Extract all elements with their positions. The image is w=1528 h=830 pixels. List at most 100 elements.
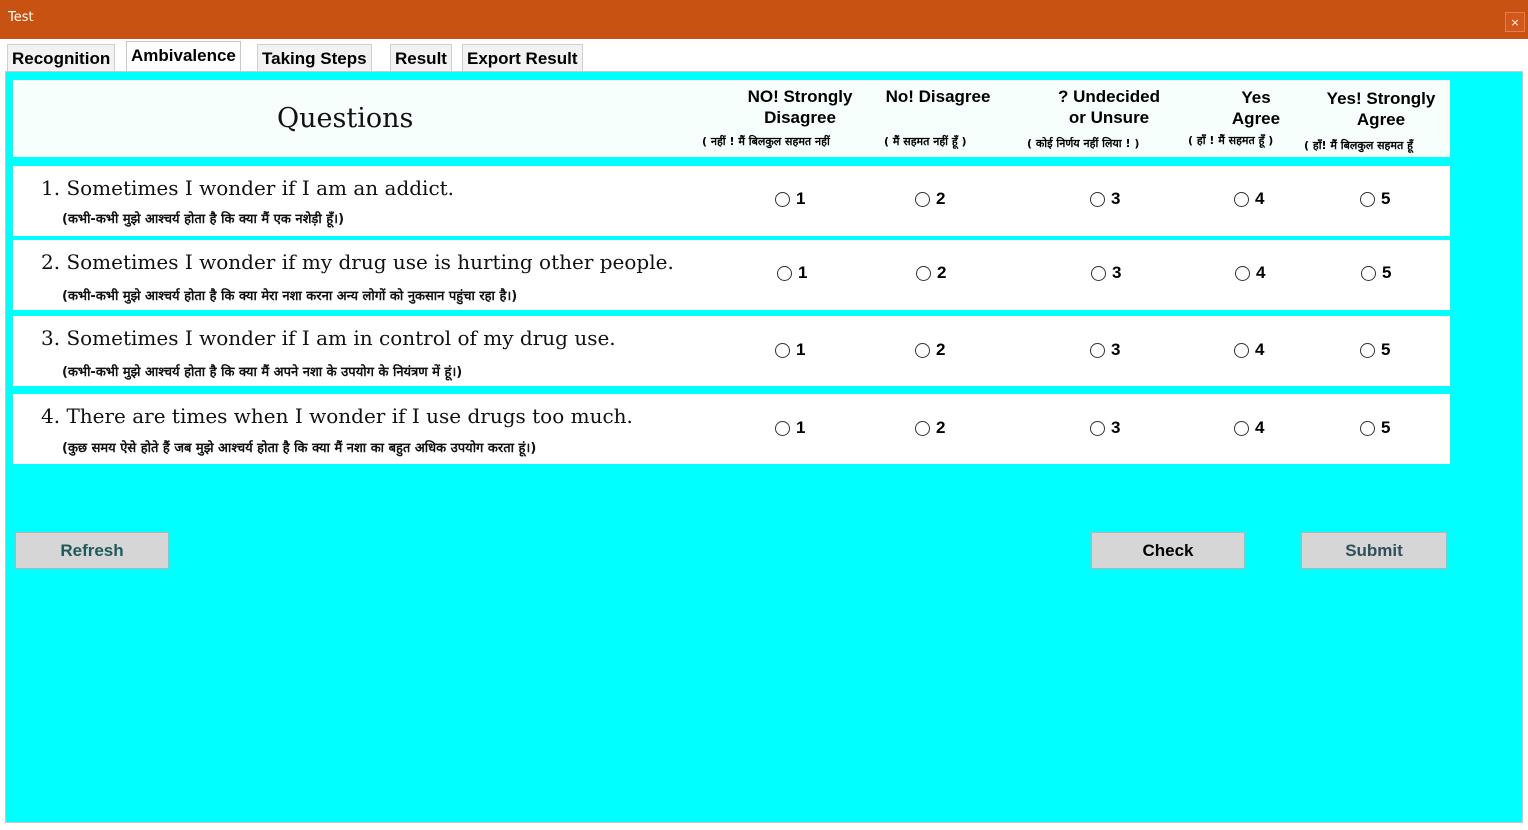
- column-header-line: NO! Strongly: [747, 87, 853, 106]
- radio-circle-icon: [775, 191, 790, 207]
- q1-option-3-radio[interactable]: 3: [1090, 189, 1120, 209]
- radio-circle-icon: [1360, 191, 1375, 207]
- q1-option-5-radio[interactable]: 5: [1360, 189, 1390, 209]
- radio-label: 5: [1381, 418, 1391, 437]
- radio-circle-icon: [1361, 265, 1376, 281]
- radio-label: 3: [1112, 263, 1122, 282]
- question-3-english: 3. Sometimes I wonder if I am in control…: [41, 326, 616, 350]
- q3-option-4-radio[interactable]: 4: [1234, 340, 1264, 360]
- radio-label: 5: [1382, 263, 1392, 282]
- question-2-hindi: (कभी-कभी मुझे आश्चर्य होता है कि क्या मे…: [62, 289, 518, 304]
- radio-circle-icon: [915, 191, 930, 207]
- radio-circle-icon: [1090, 420, 1105, 436]
- question-1-hindi: (कभी-कभी मुझे आश्चर्य होता है कि क्या मै…: [62, 212, 345, 227]
- radio-label: 2: [936, 340, 946, 359]
- radio-label: 4: [1255, 340, 1265, 359]
- column-subheader-hindi: ( हाँ ! मैं सहमत हूँ ): [1188, 134, 1274, 147]
- radio-circle-icon: [1091, 265, 1106, 281]
- radio-label: 2: [936, 418, 946, 437]
- question-2-english: 2. Sometimes I wonder if my drug use is …: [41, 250, 674, 274]
- q3-option-3-radio[interactable]: 3: [1090, 340, 1120, 360]
- column-header-line: Yes! Strongly: [1326, 89, 1436, 108]
- question-4-english: 4. There are times when I wonder if I us…: [41, 404, 633, 428]
- tab-bar: Recognition Ambivalence Taking Steps Res…: [0, 39, 1528, 71]
- radio-label: 1: [796, 418, 806, 437]
- column-subheader-hindi: ( नहीं ! मैं बिलकुल सहमत नहीं: [702, 135, 830, 148]
- tab-recognition[interactable]: Recognition: [7, 44, 116, 71]
- close-button[interactable]: ×: [1505, 12, 1525, 32]
- q4-option-2-radio[interactable]: 2: [915, 418, 945, 438]
- q3-option-1-radio[interactable]: 1: [775, 340, 805, 360]
- column-header-line: ? Undecided: [1057, 87, 1160, 106]
- radio-circle-icon: [775, 420, 790, 436]
- column-header-line: Yes: [1241, 88, 1271, 107]
- q2-option-4-radio[interactable]: 4: [1235, 263, 1265, 283]
- radio-label: 1: [796, 340, 806, 359]
- column-header-agree: Yes Agree: [1214, 87, 1298, 129]
- radio-circle-icon: [777, 265, 792, 281]
- q4-option-1-radio[interactable]: 1: [775, 418, 805, 438]
- question-1-english: 1. Sometimes I wonder if I am an addict.: [41, 176, 455, 200]
- column-header-undecided: ? Undecided or Unsure: [1040, 86, 1178, 128]
- column-header-strongly-disagree: NO! Strongly Disagree: [735, 86, 865, 128]
- column-header-strongly-agree: Yes! Strongly Agree: [1314, 88, 1448, 130]
- refresh-button[interactable]: Refresh: [15, 532, 169, 569]
- q1-option-4-radio[interactable]: 4: [1234, 189, 1264, 209]
- column-header-line: Agree: [1356, 110, 1406, 129]
- question-3-hindi: (कभी-कभी मुझे आश्चर्य होता है कि क्या मै…: [62, 365, 463, 380]
- radio-label: 5: [1381, 189, 1391, 208]
- radio-label: 5: [1381, 340, 1391, 359]
- radio-circle-icon: [1090, 191, 1105, 207]
- q2-option-1-radio[interactable]: 1: [777, 263, 807, 283]
- radio-circle-icon: [775, 342, 790, 358]
- tab-taking-steps[interactable]: Taking Steps: [257, 44, 372, 71]
- column-header-line: Disagree: [764, 108, 836, 127]
- q2-option-5-radio[interactable]: 5: [1361, 263, 1391, 283]
- q4-option-5-radio[interactable]: 5: [1360, 418, 1390, 438]
- radio-circle-icon: [1234, 342, 1249, 358]
- radio-circle-icon: [1235, 265, 1250, 281]
- q2-option-3-radio[interactable]: 3: [1091, 263, 1121, 283]
- q4-option-3-radio[interactable]: 3: [1090, 418, 1120, 438]
- radio-label: 3: [1111, 189, 1121, 208]
- q3-option-2-radio[interactable]: 2: [915, 340, 945, 360]
- radio-label: 1: [796, 189, 806, 208]
- radio-circle-icon: [916, 265, 931, 281]
- tab-ambivalence[interactable]: Ambivalence: [126, 41, 241, 71]
- radio-circle-icon: [1234, 420, 1249, 436]
- column-header-disagree: No! Disagree: [872, 86, 1004, 107]
- q2-option-2-radio[interactable]: 2: [916, 263, 946, 283]
- q3-option-5-radio[interactable]: 5: [1360, 340, 1390, 360]
- radio-label: 2: [936, 189, 946, 208]
- column-subheader-hindi: ( कोई निर्णय नहीं लिया ! ): [1027, 137, 1140, 150]
- check-button[interactable]: Check: [1091, 532, 1245, 569]
- radio-label: 3: [1111, 340, 1121, 359]
- radio-label: 1: [798, 263, 808, 282]
- column-header-line: No! Disagree: [885, 87, 991, 106]
- radio-label: 3: [1111, 418, 1121, 437]
- radio-label: 4: [1255, 189, 1265, 208]
- radio-label: 4: [1255, 418, 1265, 437]
- radio-label: 2: [937, 263, 947, 282]
- radio-circle-icon: [915, 342, 930, 358]
- column-header-line: or Unsure: [1068, 108, 1150, 127]
- questions-heading: Questions: [277, 103, 414, 134]
- radio-circle-icon: [1090, 342, 1105, 358]
- submit-button[interactable]: Submit: [1301, 532, 1447, 569]
- q4-option-4-radio[interactable]: 4: [1234, 418, 1264, 438]
- window-title: Test: [8, 10, 34, 25]
- column-subheader-hindi: ( मैं सहमत नहीं हूँ ): [884, 135, 967, 148]
- radio-circle-icon: [1360, 420, 1375, 436]
- radio-circle-icon: [1360, 342, 1375, 358]
- tab-result[interactable]: Result: [390, 44, 452, 71]
- window-titlebar: Test ×: [0, 0, 1528, 39]
- tab-export-result[interactable]: Export Result: [462, 44, 583, 71]
- radio-circle-icon: [915, 420, 930, 436]
- question-4-hindi: (कुछ समय ऐसे होते हैं जब मुझे आश्चर्य हो…: [62, 441, 537, 456]
- column-subheader-hindi: ( हाँ! मैं बिलकुल सहमत हूँ: [1304, 139, 1413, 152]
- radio-circle-icon: [1234, 191, 1249, 207]
- q1-option-1-radio[interactable]: 1: [775, 189, 805, 209]
- radio-label: 4: [1256, 263, 1266, 282]
- q1-option-2-radio[interactable]: 2: [915, 189, 945, 209]
- column-header-line: Agree: [1231, 109, 1281, 128]
